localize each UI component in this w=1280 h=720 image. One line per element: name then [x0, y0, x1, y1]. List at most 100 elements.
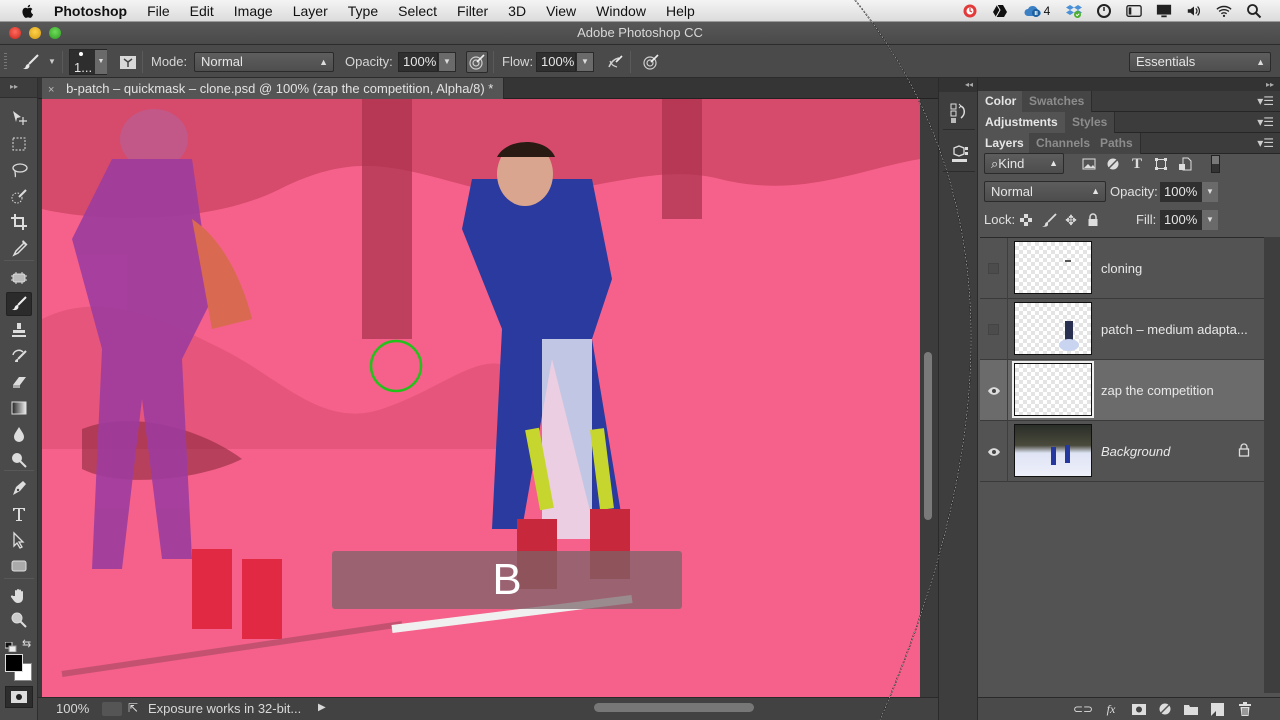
flow-slider-dropdown[interactable]: ▼ — [576, 52, 594, 72]
properties-panel-button[interactable] — [943, 138, 975, 172]
creative-cloud-sync-icon[interactable] — [962, 3, 978, 19]
panel-menu-icon[interactable]: ▾☰ — [1257, 136, 1274, 150]
tab-styles[interactable]: Styles — [1065, 112, 1116, 133]
tool-preset-picker[interactable] — [20, 51, 42, 73]
tab-channels[interactable]: Channels — [1029, 133, 1099, 154]
menu-help[interactable]: Help — [656, 0, 705, 22]
window-icon[interactable] — [1126, 3, 1142, 19]
layer-visibility-toggle[interactable] — [980, 360, 1008, 421]
tab-adjustments[interactable]: Adjustments — [978, 112, 1066, 133]
layer-visibility-toggle[interactable] — [980, 238, 1008, 299]
vertical-scroll-thumb[interactable] — [924, 352, 932, 520]
expand-panels-icon[interactable]: ▸▸ — [978, 78, 1280, 92]
horizontal-scroll-thumb[interactable] — [594, 703, 754, 712]
move-tool[interactable] — [6, 106, 32, 130]
blend-mode-select[interactable]: Normal ▲ — [984, 181, 1106, 202]
layer-visibility-toggle[interactable] — [980, 421, 1008, 482]
pen-tool[interactable] — [6, 476, 32, 500]
lock-transparent-pixels-icon[interactable] — [1018, 213, 1034, 227]
creative-cloud-icon[interactable]: 4 — [1022, 3, 1052, 19]
opacity-input[interactable]: 100% — [398, 52, 438, 72]
clone-stamp-tool[interactable] — [6, 318, 32, 342]
menu-file[interactable]: File — [137, 0, 180, 22]
filter-toggle-switch[interactable] — [1211, 155, 1220, 173]
tab-layers[interactable]: Layers — [978, 133, 1032, 154]
google-drive-icon[interactable] — [992, 3, 1008, 19]
layer-name[interactable]: Background — [1101, 444, 1170, 459]
tab-paths[interactable]: Paths — [1093, 133, 1141, 154]
filter-type-layers-icon[interactable]: T — [1129, 156, 1145, 172]
fill-dropdown[interactable]: ▼ — [1202, 210, 1218, 230]
new-group-icon[interactable] — [1182, 701, 1200, 717]
lock-position-icon[interactable]: ✥ — [1063, 212, 1079, 228]
blur-tool[interactable] — [6, 422, 32, 446]
layer-name[interactable]: patch – medium adapta... — [1101, 322, 1248, 337]
flow-input[interactable]: 100% — [536, 52, 576, 72]
brush-panel-toggle[interactable] — [117, 51, 139, 73]
tab-swatches[interactable]: Swatches — [1022, 91, 1093, 112]
dodge-tool[interactable] — [6, 448, 32, 472]
filter-smart-objects-icon[interactable] — [1177, 157, 1193, 171]
layer-row[interactable]: cloning — [980, 238, 1264, 299]
opacity-slider-dropdown[interactable]: ▼ — [438, 52, 456, 72]
link-layers-icon[interactable]: ⊂⊃ — [1073, 701, 1093, 717]
spotlight-search-icon[interactable] — [1246, 3, 1262, 19]
path-selection-tool[interactable] — [6, 528, 32, 552]
lock-image-pixels-icon[interactable] — [1041, 213, 1057, 227]
share-icon[interactable]: ⇱ — [128, 701, 138, 715]
lock-all-icon[interactable] — [1085, 213, 1101, 227]
layer-row[interactable]: Background — [980, 421, 1264, 482]
menu-edit[interactable]: Edit — [180, 0, 224, 22]
gradient-tool[interactable] — [6, 396, 32, 420]
marquee-tool[interactable] — [6, 132, 32, 156]
window-zoom-button[interactable] — [49, 27, 61, 39]
menu-3d[interactable]: 3D — [498, 0, 536, 22]
new-layer-icon[interactable] — [1208, 701, 1226, 717]
tool-preset-dropdown-icon[interactable]: ▼ — [48, 57, 56, 66]
eyedropper-tool[interactable] — [6, 236, 32, 260]
menu-window[interactable]: Window — [586, 0, 656, 22]
menu-image[interactable]: Image — [224, 0, 283, 22]
tab-color[interactable]: Color — [978, 91, 1025, 112]
panel-menu-icon[interactable]: ▾☰ — [1257, 94, 1274, 108]
status-menu-arrow-icon[interactable]: ▶ — [318, 702, 326, 713]
fill-input[interactable]: 100% — [1160, 210, 1202, 230]
wifi-icon[interactable] — [1216, 3, 1232, 19]
brush-size-picker[interactable]: 1... ▼ — [69, 49, 107, 75]
dropbox-icon[interactable] — [1066, 3, 1082, 19]
type-tool[interactable] — [6, 502, 32, 526]
display-icon[interactable] — [1156, 3, 1172, 19]
menu-layer[interactable]: Layer — [283, 0, 338, 22]
default-colors-icon[interactable] — [4, 639, 17, 653]
airbrush-toggle[interactable] — [604, 51, 626, 73]
menu-app-name[interactable]: Photoshop — [54, 0, 137, 22]
eraser-tool[interactable] — [6, 370, 32, 394]
panel-menu-icon[interactable]: ▾☰ — [1257, 115, 1274, 129]
menu-view[interactable]: View — [536, 0, 586, 22]
window-minimize-button[interactable] — [29, 27, 41, 39]
quick-selection-tool[interactable] — [6, 184, 32, 208]
hand-tool[interactable] — [6, 584, 32, 608]
menu-select[interactable]: Select — [388, 0, 447, 22]
quick-mask-mode-button[interactable] — [5, 686, 33, 708]
brush-tool[interactable] — [6, 292, 32, 316]
brush-size-dropdown-icon[interactable]: ▼ — [95, 50, 107, 74]
window-close-button[interactable] — [9, 27, 21, 39]
filter-pixel-layers-icon[interactable] — [1081, 157, 1097, 171]
close-document-icon[interactable]: × — [48, 84, 54, 96]
layer-row[interactable]: patch – medium adapta... — [980, 299, 1264, 360]
layer-visibility-toggle[interactable] — [980, 299, 1008, 360]
layer-style-fx-icon[interactable]: fx — [1102, 701, 1120, 717]
layer-opacity-input[interactable]: 100% — [1160, 182, 1202, 202]
rectangle-tool[interactable] — [6, 554, 32, 578]
menu-type[interactable]: Type — [338, 0, 388, 22]
time-machine-icon[interactable] — [1096, 3, 1112, 19]
add-layer-mask-icon[interactable] — [1130, 701, 1148, 717]
collapse-dock-icon[interactable]: ◂◂ — [939, 78, 977, 92]
mode-select[interactable]: Normal ▲ — [194, 52, 334, 72]
spot-healing-tool[interactable] — [6, 266, 32, 290]
lasso-tool[interactable] — [6, 158, 32, 182]
pressure-size-toggle[interactable] — [640, 51, 662, 73]
filter-adjustment-layers-icon[interactable] — [1105, 157, 1121, 171]
layer-name[interactable]: cloning — [1101, 261, 1142, 276]
